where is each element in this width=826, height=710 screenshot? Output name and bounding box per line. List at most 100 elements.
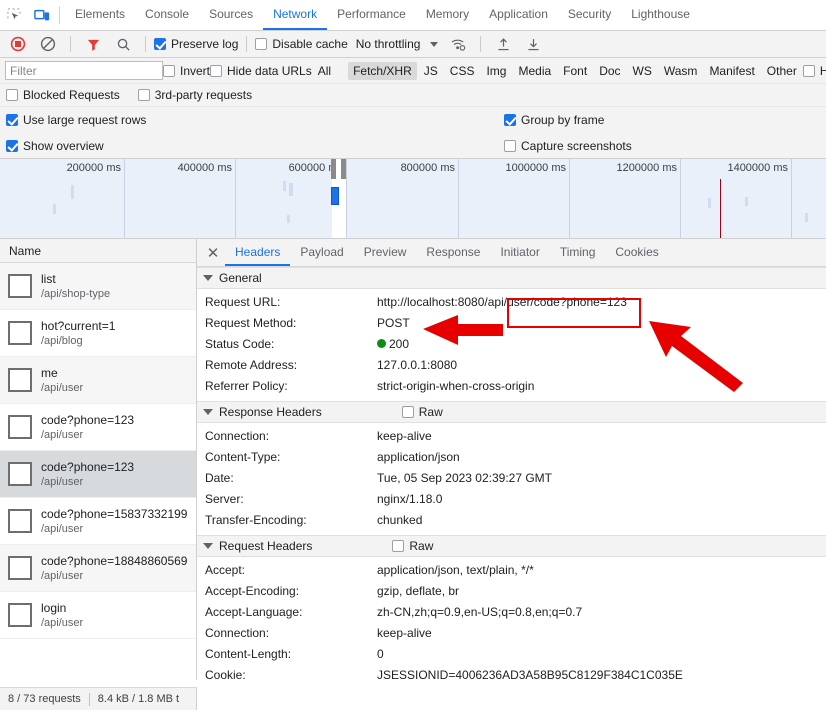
- filter-input[interactable]: [5, 61, 163, 80]
- filter-type-fetch-xhr[interactable]: Fetch/XHR: [348, 61, 417, 80]
- filter-funnel-icon[interactable]: [79, 29, 107, 59]
- table-row[interactable]: list /api/shop-type: [0, 263, 196, 310]
- filter-type-doc[interactable]: Doc: [594, 62, 625, 80]
- close-icon[interactable]: ✕: [201, 241, 225, 265]
- has-blocked-cookies-checkbox[interactable]: H: [802, 63, 826, 78]
- header-key: Server:: [205, 492, 244, 506]
- filter-type-css[interactable]: CSS: [445, 62, 480, 80]
- third-party-requests-checkbox[interactable]: 3rd-party requests: [137, 88, 252, 102]
- table-row[interactable]: code?phone=18848860569 /api/user: [0, 545, 196, 592]
- filter-type-media[interactable]: Media: [513, 62, 556, 80]
- request-name: code?phone=123: [41, 412, 135, 427]
- overview-resize-handle-right[interactable]: [341, 159, 346, 179]
- tab-network[interactable]: Network: [263, 0, 328, 30]
- filter-type-other[interactable]: Other: [762, 62, 802, 80]
- overview-resize-handle-left[interactable]: [331, 159, 336, 179]
- preserve-log-label: Preserve log: [171, 37, 239, 51]
- tab-timing[interactable]: Timing: [550, 239, 606, 266]
- section-header-response-headers[interactable]: Response Headers Raw: [197, 401, 826, 423]
- record-stop-icon[interactable]: [4, 29, 32, 59]
- tab-lighthouse[interactable]: Lighthouse: [621, 0, 700, 30]
- has-blocked-cookies-label: H: [819, 63, 826, 78]
- filter-type-all[interactable]: All: [313, 62, 336, 80]
- network-overview-timeline[interactable]: 200000 ms 400000 ms 600000 ms 800000 ms …: [0, 159, 826, 239]
- invert-checkbox[interactable]: Invert: [163, 64, 210, 78]
- filter-type-wasm[interactable]: Wasm: [659, 62, 703, 80]
- tab-label: Console: [145, 7, 190, 21]
- filter-type-manifest[interactable]: Manifest: [704, 62, 759, 80]
- table-row[interactable]: code?phone=15837332199 /api/user: [0, 498, 196, 545]
- export-har-icon[interactable]: [519, 29, 547, 59]
- blocked-requests-checkbox[interactable]: Blocked Requests: [6, 88, 120, 102]
- table-row[interactable]: hot?current=1 /api/blog: [0, 310, 196, 357]
- disable-cache-checkbox[interactable]: Disable cache: [255, 37, 348, 51]
- tab-elements[interactable]: Elements: [65, 0, 135, 30]
- invert-label: Invert: [180, 63, 211, 78]
- throttling-select[interactable]: No throttling: [356, 37, 421, 51]
- import-har-icon[interactable]: [489, 29, 517, 59]
- filter-type-font[interactable]: Font: [558, 62, 592, 80]
- filter-type-js[interactable]: JS: [419, 62, 443, 80]
- header-value: JSESSIONID=4006236AD3A58B95C8129F384C1C0…: [377, 668, 683, 680]
- chevron-down-icon: [203, 409, 213, 415]
- search-icon[interactable]: [109, 29, 137, 59]
- capture-screenshots-checkbox[interactable]: Capture screenshots: [504, 139, 632, 153]
- header-row: Referrer Policy: strict-origin-when-cros…: [197, 376, 826, 397]
- table-row[interactable]: code?phone=123 /api/user: [0, 404, 196, 451]
- group-by-frame-checkbox[interactable]: Group by frame: [504, 113, 604, 127]
- inspect-cursor-icon[interactable]: [0, 0, 28, 30]
- tab-preview[interactable]: Preview: [354, 239, 417, 266]
- checkbox-box: [6, 114, 18, 126]
- tab-initiator[interactable]: Initiator: [490, 239, 549, 266]
- checkbox-box: [6, 139, 18, 152]
- tab-cookies[interactable]: Cookies: [605, 239, 668, 266]
- details-tab-strip: ✕ Headers Payload Preview Response Initi…: [197, 239, 826, 267]
- hide-data-urls-checkbox[interactable]: Hide data URLs: [210, 64, 312, 78]
- header-row: Transfer-Encoding: chunked: [197, 510, 826, 531]
- section-header-general[interactable]: General: [197, 267, 826, 289]
- table-row[interactable]: login /api/user: [0, 592, 196, 639]
- header-row: Connection: keep-alive: [197, 623, 826, 644]
- overview-tick: 600000 ms: [289, 159, 347, 238]
- use-large-request-rows-checkbox[interactable]: Use large request rows: [6, 113, 146, 127]
- preserve-log-checkbox[interactable]: Preserve log: [154, 37, 238, 51]
- tab-performance[interactable]: Performance: [327, 0, 416, 30]
- response-raw-checkbox[interactable]: Raw: [401, 405, 443, 419]
- filter-type-ws[interactable]: WS: [628, 62, 657, 80]
- table-row[interactable]: me /api/user: [0, 357, 196, 404]
- tab-sources[interactable]: Sources: [199, 0, 263, 30]
- header-key: Accept:: [205, 563, 246, 577]
- tab-memory[interactable]: Memory: [416, 0, 479, 30]
- wifi-settings-icon[interactable]: [444, 29, 472, 59]
- tab-application[interactable]: Application: [479, 0, 558, 30]
- tab-payload[interactable]: Payload: [290, 239, 353, 266]
- header-key: Accept-Language:: [205, 605, 303, 619]
- devtools-tab-strip: Elements Console Sources Network Perform…: [0, 0, 826, 31]
- header-key: Referrer Policy:: [205, 379, 288, 393]
- header-row: Request URL: http://localhost:8080/api/u…: [197, 292, 826, 313]
- request-type-icon: [8, 603, 32, 627]
- request-path: /api/shop-type: [41, 287, 111, 300]
- blocked-requests-label: Blocked Requests: [23, 88, 120, 102]
- raw-label: Raw: [409, 539, 434, 553]
- tab-security[interactable]: Security: [558, 0, 621, 30]
- header-row: Server: nginx/1.18.0: [197, 489, 826, 510]
- request-list-column-header[interactable]: Name: [0, 239, 196, 263]
- section-header-request-headers[interactable]: Request Headers Raw: [197, 535, 826, 557]
- tab-response[interactable]: Response: [416, 239, 490, 266]
- device-toolbar-icon[interactable]: [28, 0, 56, 30]
- checkbox-box: [163, 64, 175, 77]
- clear-requests-icon[interactable]: [34, 29, 62, 59]
- request-raw-checkbox[interactable]: Raw: [392, 539, 433, 553]
- overview-request-bar: [287, 215, 290, 223]
- disable-cache-label: Disable cache: [272, 37, 348, 51]
- tab-console[interactable]: Console: [135, 0, 199, 30]
- table-row-selected[interactable]: code?phone=123 /api/user: [0, 451, 196, 498]
- chevron-down-icon[interactable]: [430, 41, 439, 47]
- overview-tick-label: 200000 ms: [66, 162, 121, 174]
- tab-headers[interactable]: Headers: [225, 239, 291, 266]
- request-name: me: [41, 365, 58, 380]
- response-header-rows: Connection: keep-alive Content-Type: app…: [197, 423, 826, 535]
- show-overview-checkbox[interactable]: Show overview: [6, 139, 104, 153]
- filter-type-img[interactable]: Img: [481, 62, 511, 80]
